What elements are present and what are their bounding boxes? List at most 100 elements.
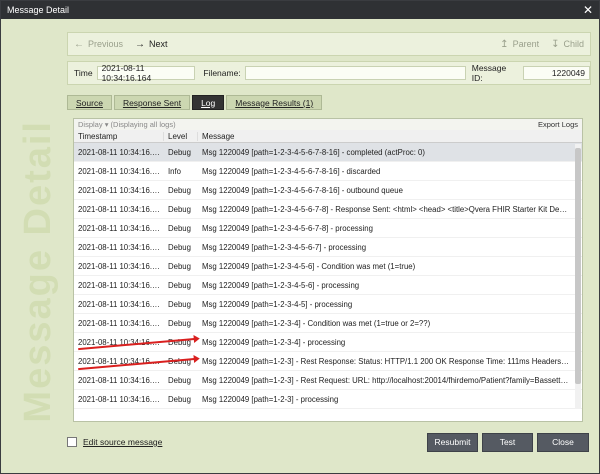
cell-message: Msg 1220049 [path=1-2-3] - processing [202,394,339,404]
navigation-bar: ← Previous → Next ↥ Parent ↧ Child [67,32,591,56]
scrollbar-thumb[interactable] [575,148,581,384]
next-label: Next [149,39,168,49]
message-id-label: Message ID: [471,63,507,83]
cell-level: Debug [168,185,191,195]
tab-log[interactable]: Log [192,95,225,110]
cell-level: Debug [168,204,191,214]
cell-level: Debug [168,375,191,385]
table-header: Timestamp Level Message [74,130,582,143]
table-row[interactable]: 2021-08-11 10:34:16.319 Debug Msg 1220049 … [74,238,582,257]
resubmit-button[interactable]: Resubmit [427,432,478,452]
cell-level: Debug [168,223,191,233]
cell-message: Msg 1220049 [path=1-2-3-4-5-6] - Conditi… [202,261,416,271]
message-fields: Time 2021-08-11 10:34:16.164 Filename: M… [67,61,591,85]
arrow-down-icon: ↧ [551,38,560,50]
cell-timestamp: 2021-08-11 10:34:16.311 [78,299,164,309]
close-button[interactable]: Close [537,432,589,452]
child-button[interactable]: ↧ Child [545,39,590,50]
cell-timestamp: 2021-08-11 10:34:16.328 [78,223,164,233]
filename-field[interactable] [244,66,466,80]
watermark-text: Message Detail [16,119,59,423]
parent-label: Parent [512,39,540,49]
window-title: Message Detail [7,5,70,15]
table-row[interactable]: 2021-08-11 10:34:16.343 Debug Msg 1220049 … [74,181,582,200]
bottom-bar: Edit source message Resubmit Test Close [67,432,589,452]
cell-message: Msg 1220049 [path=1-2-3-4-5-6-7-8-16] - … [202,166,381,176]
table-row[interactable]: 2021-08-11 10:34:16.342 Debug Msg 1220049 … [74,200,582,219]
cell-timestamp: 2021-08-11 10:34:16.311 [78,318,164,328]
previous-button[interactable]: ← Previous [68,39,129,50]
tab-message-results[interactable]: Message Results (1) [226,95,323,110]
time-field[interactable]: 2021-08-11 10:34:16.164 [96,63,196,83]
display-note: (Displaying all logs) [110,120,176,129]
edit-source-label[interactable]: Edit source message [83,437,162,447]
arrow-left-icon: ← [74,38,84,50]
cell-message: Msg 1220049 [path=1-2-3] - Rest Request:… [202,375,571,385]
test-button[interactable]: Test [482,432,533,452]
log-rows: 2021-08-11 10:34:16.454 Debug Msg 1220049 … [74,143,582,409]
cell-message: Msg 1220049 [path=1-2-3-4-5-6] - process… [202,280,360,290]
cell-timestamp: 2021-08-11 10:34:16.401 [78,166,164,176]
table-row[interactable]: 2021-08-11 10:34:16.311 Debug Msg 1220049 … [74,295,582,314]
arrow-up-icon: ↥ [500,38,509,50]
message-detail-window: Message Detail ✕ Message Detail ← Previo… [0,0,600,474]
previous-label: Previous [88,39,124,49]
table-row[interactable]: 2021-08-11 10:34:16.311 Debug Msg 1220049 … [74,314,582,333]
display-label: Display [78,120,103,129]
log-toolbar: Display ▾ (Displaying all logs) Export L… [74,119,582,130]
display-filter[interactable]: Display ▾ (Displaying all logs) [78,120,176,129]
table-row[interactable]: 2021-08-11 10:34:16.319 Debug Msg 1220049 … [74,257,582,276]
cell-level: Debug [168,261,191,271]
cell-level: Info [168,166,182,176]
column-timestamp[interactable]: Timestamp [74,131,164,141]
edit-source-checkbox[interactable] [67,437,77,447]
cell-level: Debug [168,318,191,328]
table-row[interactable]: 2021-08-11 10:34:16.454 Debug Msg 1220049 … [74,143,582,162]
cell-level: Debug [168,394,191,404]
cell-timestamp: 2021-08-11 10:34:16.342 [78,204,164,214]
tab-response-sent[interactable]: Response Sent [113,95,191,110]
message-id-field[interactable]: 1220049 [522,66,590,80]
cell-timestamp: 2021-08-11 10:34:16.198 [78,375,164,385]
cell-message: Msg 1220049 [path=1-2-3-4] - processing [202,337,346,347]
cell-message: Msg 1220049 [path=1-2-3-4-5-6-7-8-16] - … [202,147,425,157]
close-icon[interactable]: ✕ [583,3,593,17]
column-message[interactable]: Message [198,132,571,141]
next-button[interactable]: → Next [129,39,174,50]
tab-source[interactable]: Source [67,95,112,110]
cell-message: Msg 1220049 [path=1-2-3-4-5-6-7-8-16] - … [202,185,403,195]
time-label: Time [74,68,93,78]
cell-message: Msg 1220049 [path=1-2-3-4-5] - processin… [202,299,353,309]
cell-message: Msg 1220049 [path=1-2-3-4-5-6-7-8] - Res… [202,204,571,214]
cell-message: Msg 1220049 [path=1-2-3-4-5-6-7] - proce… [202,242,367,252]
arrow-right-icon: → [135,38,146,50]
cell-message: Msg 1220049 [path=1-2-3] - Rest Response… [202,356,571,366]
cell-level: Debug [168,242,191,252]
export-logs-button[interactable]: Export Logs [538,120,578,129]
cell-timestamp: 2021-08-11 10:34:16.319 [78,261,164,271]
cell-level: Debug [168,147,191,157]
column-level[interactable]: Level [164,131,198,141]
filename-label: Filename: [203,68,241,78]
cell-timestamp: 2021-08-11 10:34:16.185 [78,394,164,404]
table-row[interactable]: 2021-08-11 10:34:16.198 Debug Msg 1220049 … [74,371,582,390]
chevron-down-icon: ▾ [104,120,109,129]
tab-bar: Source Response Sent Log Message Results… [67,95,323,110]
log-panel: Display ▾ (Displaying all logs) Export L… [73,118,583,422]
cell-message: Msg 1220049 [path=1-2-3-4-5-6-7-8] - pro… [202,223,373,233]
title-bar: Message Detail ✕ [1,1,599,19]
table-row[interactable]: 2021-08-11 10:34:16.318 Debug Msg 1220049 … [74,276,582,295]
parent-button[interactable]: ↥ Parent [494,39,545,50]
cell-level: Debug [168,280,191,290]
watermark: Message Detail [15,119,61,423]
cell-message: Msg 1220049 [path=1-2-3-4] - Condition w… [202,318,431,328]
cell-timestamp: 2021-08-11 10:34:16.319 [78,242,164,252]
cell-timestamp: 2021-08-11 10:34:16.318 [78,280,164,290]
cell-timestamp: 2021-08-11 10:34:16.343 [78,185,164,195]
table-row[interactable]: 2021-08-11 10:34:16.401 Info Msg 1220049 [… [74,162,582,181]
cell-timestamp: 2021-08-11 10:34:16.454 [78,147,164,157]
scrollbar[interactable] [575,144,581,409]
table-row[interactable]: 2021-08-11 10:34:16.185 Debug Msg 1220049 … [74,390,582,409]
child-label: Child [563,39,584,49]
table-row[interactable]: 2021-08-11 10:34:16.328 Debug Msg 1220049 … [74,219,582,238]
